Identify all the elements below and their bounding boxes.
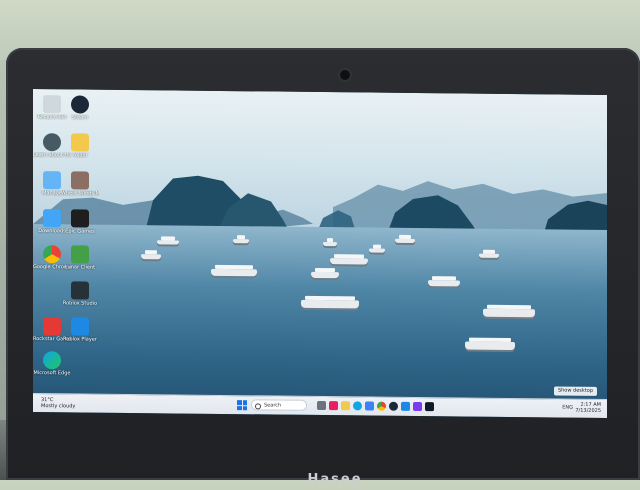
taskbar-search-box[interactable]: Search	[251, 399, 307, 411]
boat	[369, 248, 385, 253]
roblox-studio-icon	[71, 281, 89, 300]
desktop-icon-folder[interactable]: Folder	[61, 133, 99, 159]
desktop-icon-where-winds-meet[interactable]: Where Winds Meet	[61, 171, 99, 197]
epic-games-icon	[71, 209, 89, 228]
boat	[141, 254, 161, 260]
desktop-icon-epic-games[interactable]: Epic Games	[61, 209, 99, 235]
rockstar-icon	[43, 317, 61, 336]
windows-logo-icon	[237, 400, 242, 405]
roblox-icon	[71, 317, 89, 336]
desktop-icon-lunar-client[interactable]: Lunar Client	[61, 245, 99, 271]
boat	[479, 253, 499, 258]
taskbar-app-misc2-icon[interactable]	[425, 402, 434, 412]
camera-icon	[43, 133, 61, 152]
boat	[211, 268, 257, 277]
desktop-screen: Recycle Bin Steam Learn about this pictu…	[33, 88, 607, 419]
taskbar-clock[interactable]: 2:17 AM 7/13/2025	[575, 402, 601, 414]
chrome-icon	[43, 245, 61, 264]
folder-icon	[71, 133, 89, 152]
wallpaper-water	[33, 223, 607, 419]
boat	[465, 341, 515, 351]
desktop-icon-microsoft-edge[interactable]: Microsoft Edge	[33, 351, 71, 376]
app-icon	[71, 245, 89, 264]
boat	[330, 258, 368, 265]
boat	[395, 238, 415, 243]
laptop-brand-logo: Hasee	[307, 472, 363, 487]
taskbar-app-roblox-icon[interactable]	[401, 401, 410, 411]
taskbar-search-placeholder: Search	[264, 402, 282, 409]
steam-icon	[71, 95, 89, 114]
desktop-icon-roblox-player[interactable]: Roblox Player	[61, 317, 99, 343]
taskbar-app-edge-icon[interactable]	[353, 401, 362, 411]
edge-icon	[43, 351, 61, 370]
taskbar-app-widget-icon[interactable]	[329, 401, 338, 411]
boat	[428, 280, 460, 287]
webcam-icon	[340, 70, 350, 80]
monitor-icon	[43, 171, 61, 190]
taskbar-app-file-explorer-icon[interactable]	[341, 401, 350, 411]
taskbar-app-steam-icon[interactable]	[389, 401, 398, 411]
boat	[157, 240, 179, 245]
taskbar-weather[interactable]: 31°C Mostly cloudy	[41, 397, 75, 409]
game-icon	[71, 171, 89, 190]
desktop-icon-roblox-studio[interactable]: Roblox Studio	[61, 281, 99, 307]
download-icon	[43, 209, 61, 228]
desktop-icon-steam[interactable]: Steam	[61, 95, 99, 121]
boat	[301, 299, 359, 309]
tray-language[interactable]: ENG	[562, 405, 573, 411]
search-icon	[255, 403, 261, 410]
boat	[233, 239, 249, 244]
boat	[323, 242, 337, 247]
start-button[interactable]	[237, 400, 247, 411]
recycle-bin-icon	[43, 95, 61, 114]
clock-date: 7/13/2025	[575, 407, 601, 414]
boat	[483, 308, 535, 318]
taskbar-app-store-icon[interactable]	[365, 401, 374, 411]
taskbar-app-chrome-icon[interactable]	[377, 401, 386, 411]
taskbar-app-misc-icon[interactable]	[413, 401, 422, 412]
taskbar-app-task-view-icon[interactable]	[317, 400, 326, 411]
boat	[311, 271, 339, 279]
show-desktop-tooltip: Show desktop	[553, 386, 597, 396]
